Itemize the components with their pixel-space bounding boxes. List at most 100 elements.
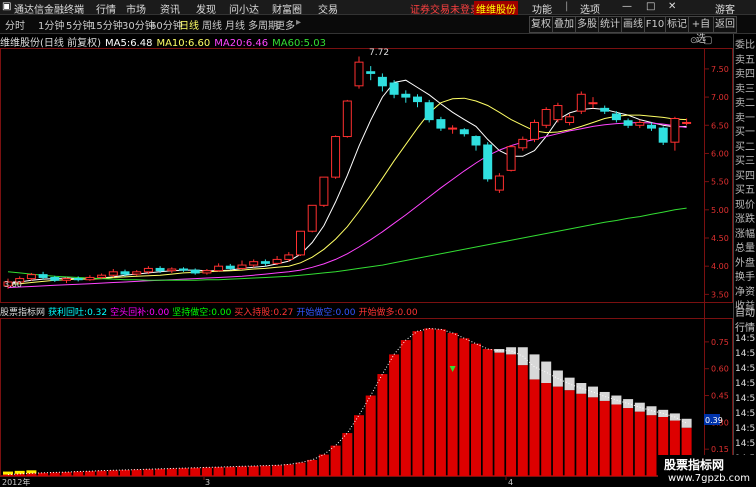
candle-body[interactable] bbox=[214, 265, 224, 272]
candle-body[interactable] bbox=[401, 93, 411, 98]
candle-body[interactable] bbox=[85, 276, 95, 281]
sidebar-field: 外盘 bbox=[735, 257, 755, 269]
candle-body[interactable] bbox=[635, 121, 645, 126]
candle-body[interactable] bbox=[225, 265, 235, 269]
candle-body[interactable] bbox=[389, 82, 399, 95]
sidebar-field: 买一 bbox=[735, 127, 755, 138]
candle-body[interactable] bbox=[237, 264, 247, 269]
candle-body[interactable] bbox=[518, 138, 528, 149]
candle-body[interactable] bbox=[167, 268, 177, 272]
sidebar-field: 买二 bbox=[735, 141, 755, 153]
ind-bar-buy bbox=[190, 467, 201, 476]
ind-bar-buy bbox=[599, 400, 610, 476]
candle-body[interactable] bbox=[249, 261, 259, 266]
candle-body[interactable] bbox=[120, 271, 130, 275]
ind-bar-buy bbox=[38, 472, 49, 476]
candle-body[interactable] bbox=[97, 274, 107, 278]
ind-bar-buy bbox=[634, 411, 645, 476]
sidebar-tab[interactable]: 自动 bbox=[735, 304, 755, 319]
price-axis-label: 7.00 bbox=[711, 93, 729, 102]
candle-body[interactable] bbox=[494, 175, 504, 191]
candle-body[interactable] bbox=[448, 127, 458, 130]
sidebar-field: 卖五 bbox=[735, 54, 755, 66]
sidebar-field: 卖四 bbox=[735, 69, 755, 80]
candle-body[interactable] bbox=[260, 261, 270, 264]
candle-body[interactable] bbox=[143, 267, 153, 273]
sidebar-tab[interactable]: 行情 bbox=[735, 319, 755, 334]
ind-bar-buy bbox=[365, 395, 376, 476]
ind-bar-buy bbox=[611, 404, 622, 476]
sidebar-field: 涨跌 bbox=[735, 214, 755, 225]
candle-body[interactable] bbox=[600, 107, 610, 112]
ind-axis-label: 0.15 bbox=[711, 445, 729, 454]
candle-body[interactable] bbox=[670, 118, 680, 143]
candle-body[interactable] bbox=[565, 116, 575, 123]
candle-body[interactable] bbox=[588, 102, 598, 105]
ind-bar-buy bbox=[131, 469, 142, 476]
candle-body[interactable] bbox=[682, 121, 692, 124]
candle-body[interactable] bbox=[471, 136, 481, 146]
candle-body[interactable] bbox=[541, 108, 551, 126]
chart-area[interactable]: 7.50 7.00 6.50 6.00 5.50 5.00 4.50 4.00 3.50 0.75… bbox=[0, 0, 733, 487]
candle-body[interactable] bbox=[658, 127, 668, 143]
candle-body[interactable] bbox=[179, 268, 188, 271]
ind-bar-buy bbox=[459, 338, 470, 476]
candle-body[interactable] bbox=[436, 119, 446, 129]
ind-bar-buy bbox=[237, 466, 247, 476]
candle-body[interactable] bbox=[424, 102, 434, 121]
watermark-url: www.7gpzb.com bbox=[668, 473, 750, 484]
sidebar-field: 总量 bbox=[735, 243, 755, 254]
candle-body[interactable] bbox=[342, 100, 352, 138]
candle-body[interactable] bbox=[366, 71, 376, 74]
candle-body[interactable] bbox=[26, 274, 36, 280]
candle-body[interactable] bbox=[553, 105, 563, 121]
ind-bar-buy bbox=[260, 465, 271, 476]
candle-body[interactable] bbox=[272, 258, 282, 264]
candle-body[interactable] bbox=[284, 254, 294, 260]
candle-body[interactable] bbox=[483, 144, 493, 180]
ind-bar-buy bbox=[143, 469, 154, 476]
ind-bar-profit bbox=[506, 347, 517, 355]
ind-axis-label: 0.60 bbox=[711, 365, 729, 374]
candle-body[interactable] bbox=[459, 129, 469, 135]
candle-body[interactable] bbox=[296, 230, 305, 256]
candle-body[interactable] bbox=[319, 176, 329, 206]
candle-body[interactable] bbox=[530, 121, 539, 140]
tick-time: 14:5 bbox=[735, 379, 756, 389]
date-label-month4: 4 bbox=[508, 478, 513, 487]
sidebar-field: 买五 bbox=[735, 185, 755, 196]
candle-body[interactable] bbox=[73, 278, 83, 281]
candle-body[interactable] bbox=[155, 267, 165, 272]
tick-time: 14:5 bbox=[735, 439, 756, 449]
candle-body[interactable] bbox=[132, 271, 142, 275]
candle-body[interactable] bbox=[190, 269, 200, 274]
sidebar-field: 净资 bbox=[735, 286, 755, 298]
high-price-annotation: 7.72 bbox=[369, 48, 389, 58]
candle-body[interactable] bbox=[354, 61, 364, 87]
candle-body[interactable] bbox=[50, 276, 60, 281]
candle-body[interactable] bbox=[506, 146, 516, 171]
watermark-title: 股票指标网 bbox=[664, 458, 725, 472]
price-axis-label: 3.50 bbox=[711, 290, 729, 299]
candle-body[interactable] bbox=[108, 271, 118, 276]
ind-bar-profit bbox=[564, 377, 575, 391]
ind-bar-buy bbox=[330, 445, 341, 476]
ind-bar-buy bbox=[424, 328, 435, 476]
candle-body[interactable] bbox=[377, 76, 387, 87]
ind-bar-buy bbox=[201, 467, 212, 476]
candle-body[interactable] bbox=[202, 270, 212, 274]
candle-body[interactable] bbox=[647, 124, 656, 129]
ind-bar-buy bbox=[225, 466, 236, 476]
candle-body[interactable] bbox=[331, 136, 341, 178]
candle-body[interactable] bbox=[576, 93, 586, 112]
ind-bar-buy bbox=[155, 468, 166, 476]
candle-body[interactable] bbox=[413, 96, 422, 103]
candle-body[interactable] bbox=[62, 278, 71, 281]
candle-body[interactable] bbox=[38, 274, 48, 278]
candle-body[interactable] bbox=[623, 120, 633, 126]
candle-body[interactable] bbox=[611, 113, 621, 121]
candle-body[interactable] bbox=[307, 204, 317, 232]
date-label-2012: 2012年 bbox=[2, 477, 30, 487]
ind-bar-buy bbox=[283, 464, 294, 476]
ind-bar-buy bbox=[342, 433, 353, 476]
